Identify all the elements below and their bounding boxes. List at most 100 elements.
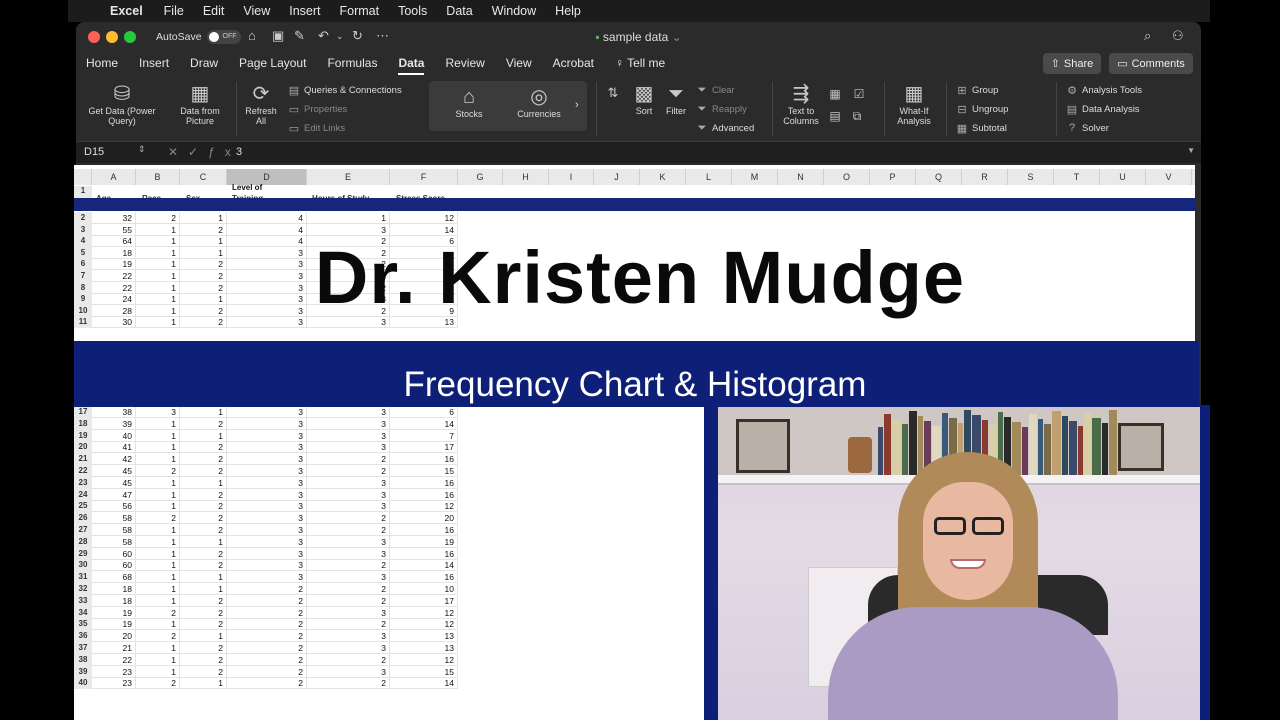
row-number[interactable]: 2 [74, 212, 92, 224]
row-number[interactable]: 3 [74, 223, 92, 236]
cell[interactable]: 3 [227, 571, 307, 584]
cell[interactable]: 2 [180, 606, 227, 619]
cell[interactable]: 2 [180, 453, 227, 466]
cell[interactable]: 1 [136, 441, 180, 454]
cell[interactable]: 2 [136, 630, 180, 643]
cell[interactable]: 3 [307, 223, 390, 236]
cell[interactable]: 2 [136, 212, 180, 224]
cell[interactable]: 1 [180, 571, 227, 584]
cell[interactable]: 2 [227, 618, 307, 631]
row-number[interactable]: 33 [74, 594, 92, 607]
cell[interactable]: 1 [180, 677, 227, 690]
column-header-k[interactable]: K [640, 169, 686, 185]
cell[interactable]: 55 [92, 223, 136, 236]
cell[interactable]: 2 [227, 642, 307, 654]
cell[interactable]: 1 [136, 453, 180, 466]
cell[interactable]: 2 [136, 606, 180, 619]
column-header-a[interactable]: A [92, 169, 136, 185]
cell[interactable]: 2 [307, 618, 390, 631]
cell[interactable]: 3 [227, 476, 307, 489]
cell[interactable]: 19 [92, 606, 136, 619]
stocks-button[interactable]: ⌂ Stocks [449, 85, 489, 119]
header-level[interactable]: Level of [232, 183, 262, 192]
row-number[interactable]: 39 [74, 665, 92, 678]
cell[interactable]: 3 [307, 476, 390, 489]
cell[interactable]: 3 [227, 500, 307, 513]
row-number[interactable]: 32 [74, 583, 92, 595]
cell[interactable]: 1 [307, 212, 390, 224]
cell[interactable]: 60 [92, 547, 136, 560]
analysis-tools-button[interactable]: ⚙ Analysis Tools [1066, 84, 1142, 97]
cell[interactable]: 4 [227, 223, 307, 236]
cell[interactable]: 22 [92, 653, 136, 666]
cell[interactable]: 3 [307, 535, 390, 548]
cell[interactable]: 14 [390, 559, 458, 572]
data-validation-icon[interactable]: ☑ [848, 86, 870, 102]
row-number[interactable]: 30 [74, 559, 92, 572]
cell[interactable]: 1 [136, 665, 180, 678]
chevron-right-icon[interactable]: › [575, 99, 579, 111]
row-number[interactable]: 17 [74, 406, 92, 418]
cell[interactable]: 3 [307, 571, 390, 584]
cell[interactable]: 1 [180, 535, 227, 548]
row-number[interactable]: 36 [74, 630, 92, 643]
cell[interactable]: 16 [390, 476, 458, 489]
column-header-i[interactable]: I [549, 169, 594, 185]
cell[interactable]: 68 [92, 571, 136, 584]
cell[interactable]: 2 [136, 677, 180, 690]
remove-duplicates-icon[interactable]: ▤ [826, 108, 844, 124]
cell[interactable]: 13 [390, 642, 458, 654]
cell[interactable]: 2 [227, 630, 307, 643]
cell[interactable]: 15 [390, 465, 458, 477]
cell[interactable]: 2 [227, 606, 307, 619]
properties-button[interactable]: ▭ Properties [288, 103, 348, 116]
row-number[interactable]: 26 [74, 512, 92, 525]
cell[interactable]: 1 [136, 618, 180, 631]
column-header-g[interactable]: G [458, 169, 503, 185]
menu-help[interactable]: Help [555, 4, 581, 18]
cell[interactable]: 2 [180, 441, 227, 454]
column-header-q[interactable]: Q [916, 169, 962, 185]
menu-window[interactable]: Window [492, 4, 536, 18]
cell[interactable]: 6 [390, 406, 458, 418]
cell[interactable]: 3 [227, 453, 307, 466]
cell[interactable]: 16 [390, 488, 458, 501]
cell[interactable]: 1 [136, 571, 180, 584]
cell[interactable]: 1 [136, 223, 180, 236]
queries-connections-button[interactable]: ▤ Queries & Connections [288, 84, 402, 97]
cell[interactable]: 1 [136, 547, 180, 560]
cell[interactable]: 2 [180, 417, 227, 430]
cell[interactable]: 45 [92, 465, 136, 477]
cell[interactable]: 2 [307, 512, 390, 525]
comments-button[interactable]: ▭ Comments [1109, 53, 1193, 74]
cell[interactable]: 3 [227, 559, 307, 572]
cell[interactable]: 2 [227, 677, 307, 690]
row-number[interactable]: 29 [74, 547, 92, 560]
solver-button[interactable]: ? Solver [1066, 122, 1109, 134]
cell[interactable]: 2 [136, 465, 180, 477]
expand-formula-bar-icon[interactable]: ▼ [1187, 146, 1195, 155]
column-header-r[interactable]: R [962, 169, 1008, 185]
tab-insert[interactable]: Insert [139, 56, 169, 70]
cell[interactable]: 38 [92, 406, 136, 418]
cell[interactable]: 1 [136, 653, 180, 666]
clear-button[interactable]: ⏷ Clear [696, 84, 735, 97]
cell[interactable]: 16 [390, 453, 458, 466]
subtotal-button[interactable]: ▦ Subtotal [956, 122, 1007, 135]
cell[interactable]: 3 [307, 441, 390, 454]
cell[interactable]: 3 [307, 500, 390, 513]
cell[interactable]: 3 [136, 406, 180, 418]
cell[interactable]: 12 [390, 618, 458, 631]
row-number[interactable]: 37 [74, 642, 92, 654]
cell[interactable]: 3 [307, 417, 390, 430]
cell[interactable]: 1 [180, 476, 227, 489]
cell[interactable]: 1 [136, 488, 180, 501]
row-number[interactable]: 20 [74, 441, 92, 454]
cell[interactable]: 3 [307, 642, 390, 654]
cell[interactable]: 2 [227, 594, 307, 607]
cell[interactable]: 3 [227, 406, 307, 418]
cell[interactable]: 3 [307, 406, 390, 418]
cell[interactable]: 1 [136, 642, 180, 654]
cell[interactable]: 2 [180, 594, 227, 607]
column-header-m[interactable]: M [732, 169, 778, 185]
